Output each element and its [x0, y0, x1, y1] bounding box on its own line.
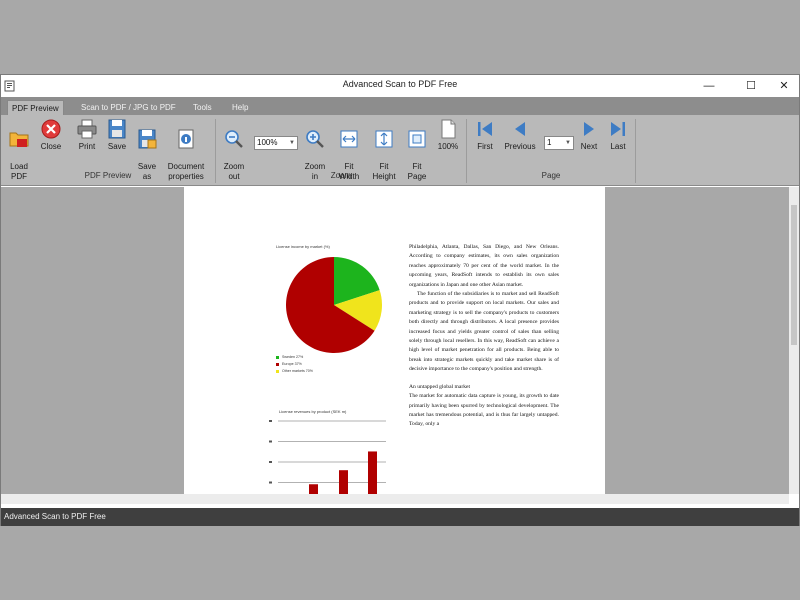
tab-pdf-preview[interactable]: PDF Preview [7, 100, 64, 115]
title-bar: Advanced Scan to PDF Free — ☐ ✕ [1, 75, 799, 97]
bar-chart [269, 420, 386, 494]
chevron-down-icon: ▼ [565, 140, 571, 146]
page-icon [441, 119, 456, 139]
y-tick-mark [269, 481, 272, 484]
tab-help[interactable]: Help [228, 100, 252, 115]
last-page-button[interactable]: Last [606, 118, 630, 152]
actual-size-label: 100% [437, 142, 459, 151]
legend-swatch [276, 355, 279, 359]
fit-page-icon [408, 130, 426, 148]
body-text: Philadelphia, Atlanta, Dallas, San Diego… [409, 243, 559, 430]
first-page-icon [478, 122, 492, 136]
pie-chart-title: License income by market (%) [276, 244, 330, 249]
legend-label: Europe 37% [282, 362, 302, 366]
close-icon [41, 119, 61, 139]
close-button[interactable]: Close [37, 118, 65, 152]
print-button[interactable]: Print [73, 118, 101, 152]
save-label: Save [107, 142, 127, 151]
close-label: Close [40, 142, 62, 151]
chevron-down-icon: ▼ [289, 140, 295, 146]
tab-tools[interactable]: Tools [189, 100, 216, 115]
bar-c [368, 451, 377, 494]
ribbon: Load PDF Close Print Save Save as Docume… [1, 115, 799, 186]
save-as-icon [138, 129, 157, 149]
ribbon-tabs: PDF Preview Scan to PDF / JPG to PDF Too… [1, 97, 799, 115]
actual-size-button[interactable]: 100% [434, 118, 462, 152]
next-page-label: Next [580, 142, 598, 151]
page-number-select[interactable]: 1 ▼ [544, 136, 574, 150]
bar-chart-title: License revenues by product (SEK m) [279, 409, 347, 414]
last-page-label: Last [610, 142, 626, 151]
fit-width-icon [340, 130, 358, 148]
legend-item-sweden: Sweden 27% [276, 355, 303, 359]
paragraph: The market for automatic data capture is… [409, 393, 559, 428]
previous-page-icon [515, 122, 525, 136]
legend-label: Other markets 70% [282, 369, 313, 373]
tab-scan-to-pdf[interactable]: Scan to PDF / JPG to PDF [77, 100, 180, 115]
legend-label: Sweden 27% [282, 355, 304, 359]
bar-a [309, 484, 318, 494]
status-bar: Advanced Scan to PDF Free [1, 508, 799, 526]
folder-pdf-icon [9, 132, 29, 147]
zoom-level-value: 100% [257, 138, 278, 147]
paragraph: Philadelphia, Atlanta, Dallas, San Diego… [409, 244, 559, 288]
page-number-value: 1 [547, 138, 552, 147]
window-title: Advanced Scan to PDF Free [342, 79, 458, 89]
fit-height-icon [375, 130, 393, 148]
pie-chart [286, 257, 382, 353]
legend-item-other: Other markets 70% [276, 369, 313, 373]
printer-icon [77, 119, 97, 139]
section-heading: An untapped global market [409, 383, 471, 390]
y-tick-mark [269, 440, 272, 443]
pdf-page: License income by market (%) Sweden 27% … [184, 187, 605, 494]
save-disk-icon [108, 119, 126, 139]
group-label-pdf-preview: PDF Preview [84, 171, 132, 180]
print-label: Print [78, 142, 96, 151]
previous-page-button[interactable]: Previous [503, 118, 537, 152]
group-label-zoom: Zoom [330, 171, 352, 180]
previous-page-label: Previous [504, 142, 536, 151]
group-separator [635, 119, 636, 183]
vertical-scrollbar[interactable] [789, 187, 799, 494]
next-page-icon [584, 122, 594, 136]
group-label-page: Page [541, 171, 561, 180]
maximize-button[interactable]: ☐ [737, 75, 765, 97]
horizontal-scrollbar[interactable] [1, 494, 789, 504]
next-page-button[interactable]: Next [577, 118, 601, 152]
y-tick-mark [269, 420, 272, 422]
zoom-in-icon [306, 130, 324, 148]
zoom-level-select[interactable]: 100% ▼ [254, 136, 298, 150]
legend-swatch [276, 369, 279, 373]
last-page-icon [611, 122, 625, 136]
y-tick-mark [269, 461, 272, 463]
legend-item-europe: Europe 37% [276, 362, 302, 366]
save-button[interactable]: Save [103, 118, 131, 152]
close-window-button[interactable]: ✕ [770, 75, 798, 97]
legend-swatch [276, 362, 279, 366]
first-page-label: First [477, 142, 493, 151]
document-viewer[interactable]: License income by market (%) Sweden 27% … [1, 187, 789, 494]
bar-b [339, 470, 348, 494]
scroll-thumb[interactable] [791, 205, 797, 345]
minimize-button[interactable]: — [695, 75, 723, 97]
document-properties-icon [178, 129, 194, 149]
paragraph: The function of the subsidiaries is to m… [409, 291, 559, 373]
app-window: Advanced Scan to PDF Free — ☐ ✕ PDF Prev… [0, 74, 800, 526]
zoom-out-icon [225, 130, 243, 148]
first-page-button[interactable]: First [471, 118, 499, 152]
